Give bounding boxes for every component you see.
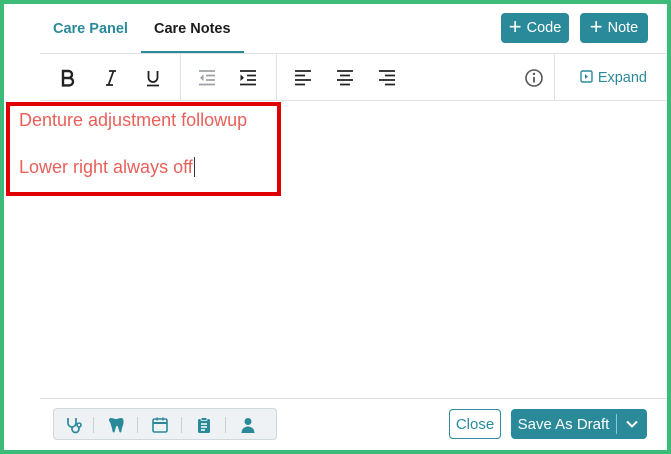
- care-notes-panel: Care Panel Care Notes + Code + Note Expa…: [4, 4, 667, 450]
- close-button[interactable]: Close: [449, 409, 501, 439]
- footer-divider: [40, 398, 667, 399]
- toolbar-separator: [276, 54, 277, 101]
- add-note-label: Note: [607, 20, 639, 36]
- icon-group-separator: [137, 417, 138, 433]
- chevron-down-icon[interactable]: [617, 409, 647, 439]
- bold-icon[interactable]: [56, 66, 80, 90]
- icon-group-separator: [181, 417, 182, 433]
- stethoscope-icon[interactable]: [64, 415, 84, 435]
- person-icon[interactable]: [238, 415, 258, 435]
- icon-group-separator: [93, 417, 94, 433]
- tab-care-notes[interactable]: Care Notes: [140, 4, 244, 54]
- note-line-2-text: Lower right always off: [19, 157, 193, 177]
- note-line-1: Denture adjustment followup: [19, 110, 248, 130]
- tab-care-panel[interactable]: Care Panel: [40, 4, 141, 54]
- save-as-draft-label: Save As Draft: [517, 415, 610, 433]
- clipboard-icon[interactable]: [194, 415, 214, 435]
- italic-icon[interactable]: [99, 66, 123, 90]
- formatting-toolbar: Expand: [40, 54, 667, 101]
- footer-icon-group: [53, 408, 277, 440]
- align-left-icon[interactable]: [291, 66, 315, 90]
- expand-icon: [580, 69, 593, 87]
- underline-icon[interactable]: [141, 66, 165, 90]
- text-caret: [193, 157, 195, 177]
- save-as-draft-button[interactable]: Save As Draft: [511, 409, 647, 439]
- toolbar-separator: [180, 54, 181, 101]
- add-note-button[interactable]: + Note: [580, 13, 648, 43]
- outdent-icon[interactable]: [195, 66, 219, 90]
- add-code-button[interactable]: + Code: [501, 13, 569, 43]
- expand-button[interactable]: Expand: [580, 67, 647, 89]
- tab-bar: Care Panel Care Notes: [40, 4, 244, 54]
- expand-label: Expand: [597, 70, 647, 86]
- note-line-2: Lower right always off: [19, 157, 195, 178]
- tooth-icon[interactable]: [106, 415, 126, 435]
- plus-icon: +: [589, 14, 603, 39]
- plus-icon: +: [508, 14, 522, 39]
- align-center-icon[interactable]: [333, 66, 357, 90]
- align-right-icon[interactable]: [375, 66, 399, 90]
- info-icon[interactable]: [522, 66, 546, 90]
- calendar-icon[interactable]: [150, 415, 170, 435]
- toolbar-separator: [554, 54, 555, 101]
- note-editor[interactable]: Denture adjustment followup Lower right …: [4, 102, 667, 398]
- indent-icon[interactable]: [236, 66, 260, 90]
- icon-group-separator: [225, 417, 226, 433]
- add-code-label: Code: [526, 20, 562, 36]
